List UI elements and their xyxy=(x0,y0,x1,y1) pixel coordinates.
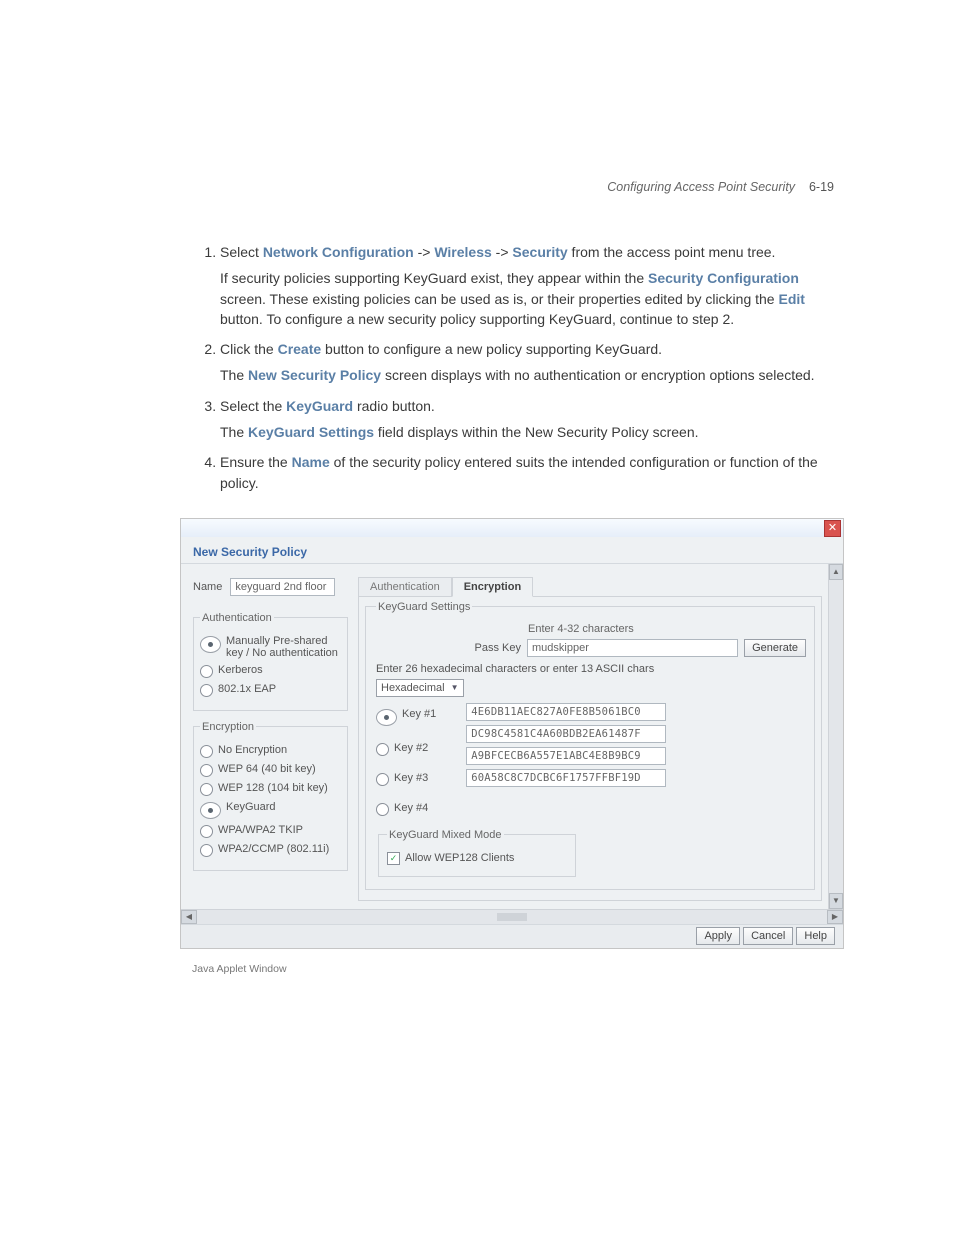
horizontal-scrollbar[interactable]: ◀ ▶ xyxy=(181,909,843,924)
kw-name: Name xyxy=(292,454,330,470)
step-3: Select the KeyGuard radio button. The Ke… xyxy=(220,396,834,443)
authentication-group: Authentication Manually Pre-shared key /… xyxy=(193,612,348,711)
new-security-policy-dialog: ✕ New Security Policy Name keyguard 2nd … xyxy=(180,518,844,949)
radio-kerberos[interactable]: Kerberos xyxy=(200,664,341,678)
radio-wpa-tkip[interactable]: WPA/WPA2 TKIP xyxy=(200,824,341,838)
key2-input[interactable]: DC98C4581C4A60BDB2EA61487F xyxy=(466,725,666,743)
kw-keyguard: KeyGuard xyxy=(286,398,353,414)
radio-icon xyxy=(200,764,213,777)
passkey-input[interactable]: mudskipper xyxy=(527,639,738,657)
scroll-right-icon[interactable]: ▶ xyxy=(827,910,843,924)
radio-icon xyxy=(376,709,397,726)
radio-icon xyxy=(200,783,213,796)
dialog-titlebar: ✕ xyxy=(181,519,843,537)
page-number: 6-19 xyxy=(809,180,834,194)
passkey-label: Pass Key xyxy=(376,642,521,654)
java-applet-footer: Java Applet Window xyxy=(190,959,834,975)
scroll-left-icon[interactable]: ◀ xyxy=(181,910,197,924)
radio-icon xyxy=(200,844,213,857)
radio-icon xyxy=(376,773,389,786)
format-select[interactable]: Hexadecimal ▼ xyxy=(376,679,464,697)
step-4: Ensure the Name of the security policy e… xyxy=(220,452,834,493)
chevron-down-icon: ▼ xyxy=(451,683,459,692)
kw-edit: Edit xyxy=(778,291,804,307)
page-header: Configuring Access Point Security 6-19 xyxy=(190,180,834,194)
help-button[interactable]: Help xyxy=(796,927,835,945)
name-input[interactable]: keyguard 2nd floor xyxy=(230,578,335,596)
tab-encryption[interactable]: Encryption xyxy=(452,577,533,597)
radio-key2[interactable]: Key #2 xyxy=(376,742,436,756)
dialog-title: New Security Policy xyxy=(181,537,843,564)
radio-mpk[interactable]: Manually Pre-shared key / No authenticat… xyxy=(200,635,341,659)
radio-icon xyxy=(200,665,213,678)
key1-input[interactable]: 4E6DB11AEC827A0FE8B5061BC0 xyxy=(466,703,666,721)
scroll-down-icon[interactable]: ▼ xyxy=(829,893,843,909)
section-title: Configuring Access Point Security xyxy=(607,180,795,194)
instruction-list: Select Network Configuration -> Wireless… xyxy=(190,242,834,493)
radio-icon xyxy=(200,802,221,819)
radio-keyguard[interactable]: KeyGuard xyxy=(200,801,341,819)
radio-icon xyxy=(376,803,389,816)
radio-no-encryption[interactable]: No Encryption xyxy=(200,744,341,758)
step-1: Select Network Configuration -> Wireless… xyxy=(220,242,834,329)
apply-button[interactable]: Apply xyxy=(696,927,740,945)
enter-chars-hint: Enter 4-32 characters xyxy=(528,623,806,635)
radio-8021x-eap[interactable]: 802.1x EAP xyxy=(200,683,341,697)
radio-icon xyxy=(200,636,221,653)
hex-hint: Enter 26 hexadecimal characters or enter… xyxy=(376,663,806,675)
kw-keyguard-settings: KeyGuard Settings xyxy=(248,424,374,440)
radio-wpa2-ccmp[interactable]: WPA2/CCMP (802.11i) xyxy=(200,843,341,857)
kw-new-sec-policy: New Security Policy xyxy=(248,367,381,383)
radio-icon xyxy=(200,745,213,758)
radio-icon xyxy=(200,825,213,838)
radio-key1[interactable]: Key #1 xyxy=(376,708,436,726)
checkbox-icon: ✓ xyxy=(387,852,400,865)
kw-sec-config: Security Configuration xyxy=(648,270,799,286)
radio-wep128[interactable]: WEP 128 (104 bit key) xyxy=(200,782,341,796)
vertical-scrollbar[interactable]: ▲ ▼ xyxy=(828,564,843,909)
kw-network-config: Network Configuration xyxy=(263,244,414,260)
keyguard-mixed-mode-group: KeyGuard Mixed Mode ✓ Allow WEP128 Clien… xyxy=(378,829,576,877)
cancel-button[interactable]: Cancel xyxy=(743,927,793,945)
radio-key4[interactable]: Key #4 xyxy=(376,802,436,816)
key3-input[interactable]: A9BFCECB6A557E1ABC4E8B9BC9 xyxy=(466,747,666,765)
close-icon[interactable]: ✕ xyxy=(824,520,841,537)
tab-authentication[interactable]: Authentication xyxy=(358,577,452,597)
step-2: Click the Create button to configure a n… xyxy=(220,339,834,386)
name-label: Name xyxy=(193,581,222,593)
radio-wep64[interactable]: WEP 64 (40 bit key) xyxy=(200,763,341,777)
kw-create: Create xyxy=(278,341,322,357)
key4-input[interactable]: 60A58C8C7DCBC6F1757FFBF19D xyxy=(466,769,666,787)
radio-icon xyxy=(200,684,213,697)
allow-wep128-checkbox[interactable]: ✓ Allow WEP128 Clients xyxy=(387,852,567,865)
radio-icon xyxy=(376,743,389,756)
kw-wireless: Wireless xyxy=(434,244,491,260)
radio-key3[interactable]: Key #3 xyxy=(376,772,436,786)
encryption-group: Encryption No Encryption WEP 64 (40 bit … xyxy=(193,721,348,871)
scroll-up-icon[interactable]: ▲ xyxy=(829,564,843,580)
generate-button[interactable]: Generate xyxy=(744,639,806,657)
keyguard-settings-group: KeyGuard Settings Enter 4-32 characters … xyxy=(365,601,815,890)
kw-security: Security xyxy=(512,244,567,260)
